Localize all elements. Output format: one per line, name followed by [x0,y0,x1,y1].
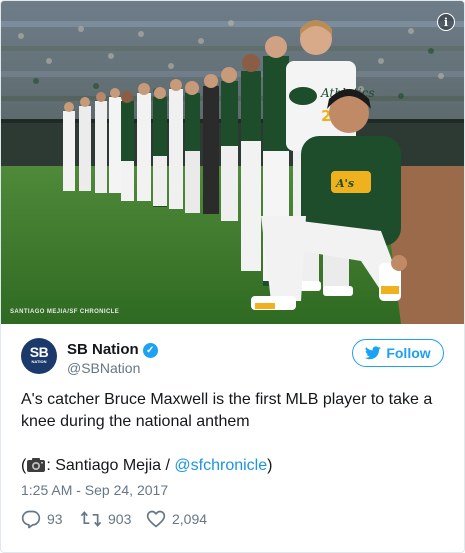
tweet-header: SB NATION SB Nation ✓ @SBNation Follow [21,338,451,378]
photo-credit: SANTIAGO MEJIA/SF CHRONICLE [10,309,120,315]
heart-icon [146,510,166,528]
tweet-text: A's catcher Bruce Maxwell is the first M… [21,389,446,477]
follow-button[interactable]: Follow [352,339,444,367]
info-icon[interactable]: i [437,13,455,31]
retweet-count: 903 [108,511,132,527]
reply-action[interactable]: 93 [21,509,63,529]
tweet-credit-line: (: Santiago Mejia / @sfchronicle) [21,455,446,477]
like-action[interactable]: 2,094 [146,509,207,529]
retweet-icon [80,511,102,527]
reply-icon [21,510,41,529]
retweet-action[interactable]: 903 [80,509,131,529]
follow-label: Follow [386,345,431,361]
like-count: 2,094 [172,511,208,527]
svg-text:A's: A's [335,177,354,190]
tweet-photo[interactable]: Athletics 20 A's [1,1,464,324]
camera-icon [27,458,46,472]
avatar-subtext: NATION [31,359,47,364]
tweet-timestamp[interactable]: 1:25 AM - Sep 24, 2017 [21,482,168,498]
sfchronicle-link[interactable]: @sfchronicle [174,457,267,474]
credit-name: : Santiago Mejia / [46,457,175,474]
credit-close-paren: ) [267,457,273,474]
reply-count: 93 [47,511,63,527]
photo-illustration: Athletics 20 A's [1,1,464,324]
twitter-bird-icon [365,346,382,360]
account-name-wrap[interactable]: SB Nation ✓ [67,341,158,358]
tweet-card: Athletics 20 A's [0,0,465,553]
account-name[interactable]: SB Nation [67,341,139,358]
avatar[interactable]: SB NATION [21,338,57,374]
tweet-body: A's catcher Bruce Maxwell is the first M… [21,391,433,430]
avatar-text: SB [29,344,49,360]
account-handle[interactable]: @SBNation [67,360,140,376]
verified-badge-icon: ✓ [142,343,158,358]
